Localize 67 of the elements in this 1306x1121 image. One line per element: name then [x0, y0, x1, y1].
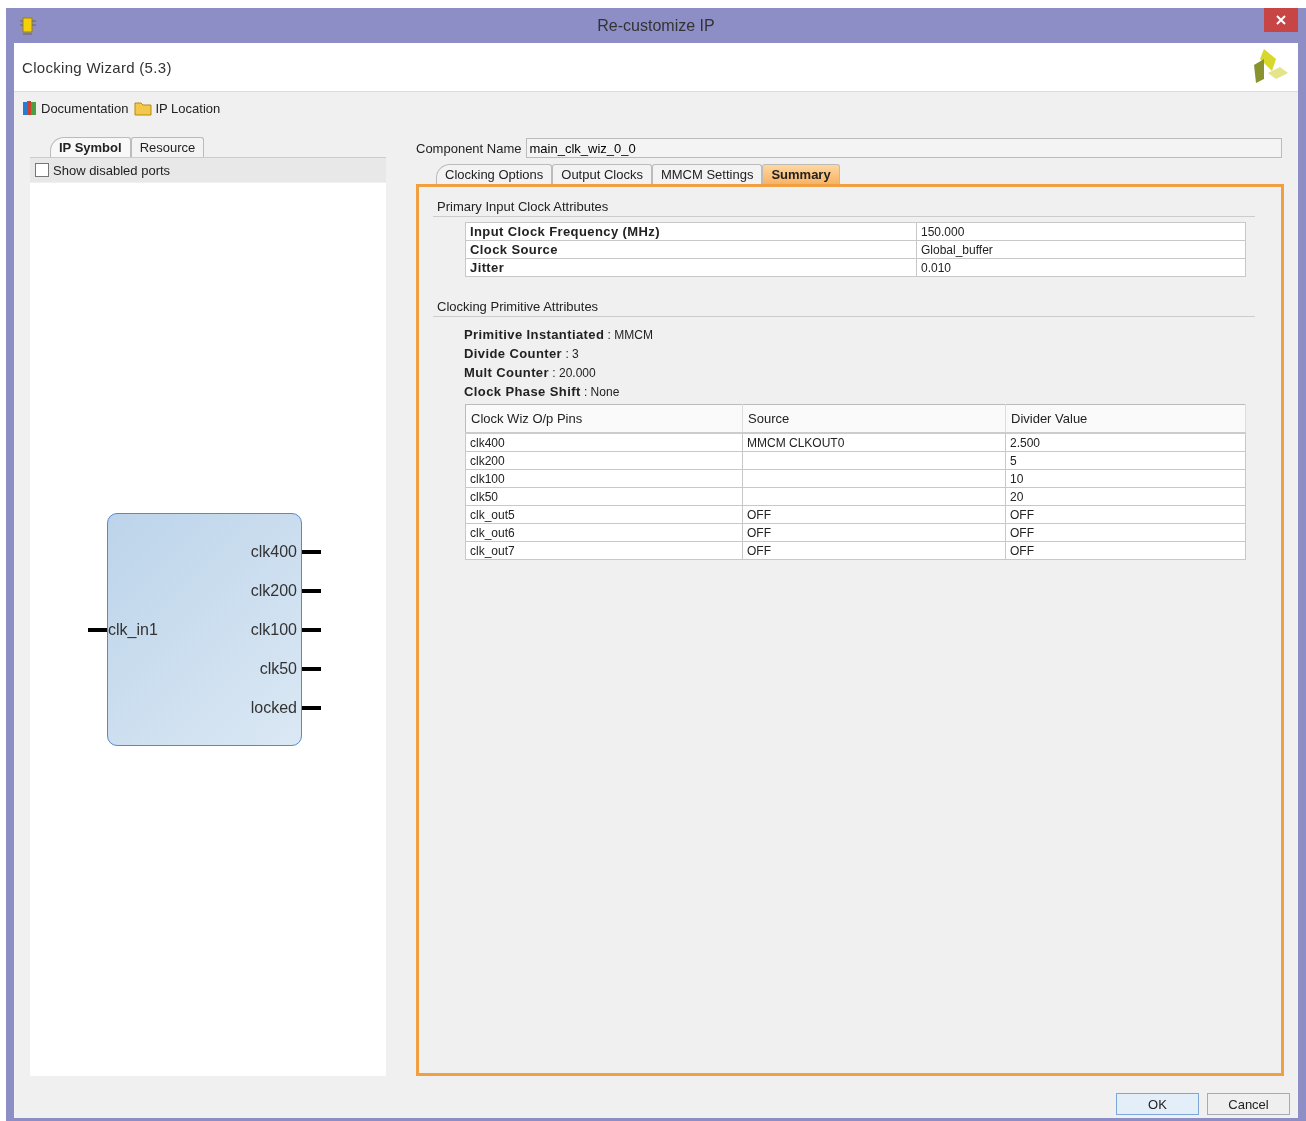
attribute-text: Clock Phase Shift : None	[464, 384, 620, 400]
toolbar-link[interactable]: IP Location	[134, 100, 221, 116]
table-cell: Jitter	[465, 258, 917, 277]
chip-icon	[18, 15, 38, 36]
column-header: Clock Wiz O/p Pins	[465, 404, 743, 433]
column-header: Divider Value	[1005, 404, 1246, 433]
table-cell: clk_out5	[465, 505, 743, 524]
port-pin	[302, 549, 321, 554]
table-cell: OFF	[1005, 523, 1246, 542]
table-cell: Global_buffer	[916, 240, 1246, 259]
checkbox[interactable]	[35, 163, 49, 177]
table-cell: Clock Source	[465, 240, 917, 259]
tab[interactable]: Resource	[130, 137, 205, 157]
tab[interactable]: Output Clocks	[552, 164, 652, 184]
table-cell: 20	[1005, 487, 1246, 506]
table-cell: clk50	[465, 487, 743, 506]
port-label: clk400	[250, 541, 297, 562]
logo-icon	[1254, 49, 1290, 85]
tab[interactable]: Summary	[762, 164, 840, 184]
books-icon	[22, 100, 38, 116]
tab[interactable]: MMCM Settings	[651, 164, 763, 184]
table-cell: OFF	[742, 505, 1006, 524]
table-cell: 10	[1005, 469, 1246, 488]
field-label: Component Name	[416, 140, 522, 156]
checkbox-label: Show disabled ports	[53, 162, 171, 178]
port-label: clk50	[259, 658, 297, 679]
table-cell: 0.010	[916, 258, 1246, 277]
port-pin	[302, 627, 321, 632]
attribute-text: Divide Counter : 3	[464, 346, 579, 362]
attribute-text: Primitive Instantiated : MMCM	[464, 327, 653, 343]
port-pin	[88, 627, 107, 632]
port-label: clk200	[250, 580, 297, 601]
dialog-button[interactable]: Cancel	[1207, 1093, 1290, 1115]
column-header: Source	[742, 404, 1006, 433]
table-cell: Input Clock Frequency (MHz)	[465, 222, 917, 241]
port-pin	[302, 588, 321, 593]
tab[interactable]: Clocking Options	[436, 164, 553, 184]
port-label: locked	[250, 697, 297, 718]
attribute-text: Mult Counter : 20.000	[464, 365, 596, 381]
table-cell: OFF	[1005, 541, 1246, 560]
dialog-button[interactable]: OK	[1116, 1093, 1199, 1115]
table-cell: clk400	[465, 433, 743, 452]
section-title: Primary Input Clock Attributes	[433, 197, 1255, 217]
port-label: clk_in1	[108, 619, 158, 640]
table-cell: clk100	[465, 469, 743, 488]
port-pin	[302, 666, 321, 671]
table-cell: OFF	[1005, 505, 1246, 524]
component-name-field[interactable]: main_clk_wiz_0_0	[525, 138, 1282, 158]
table-cell: clk_out6	[465, 523, 743, 542]
table-cell: OFF	[742, 523, 1006, 542]
dialog-heading: Clocking Wizard (5.3)	[22, 58, 172, 76]
port-label: clk100	[250, 619, 297, 640]
table-cell: clk_out7	[465, 541, 743, 560]
table-cell: 150.000	[916, 222, 1246, 241]
table-cell: MMCM CLKOUT0	[742, 433, 1006, 452]
close-button[interactable]	[1264, 8, 1298, 32]
port-pin	[302, 705, 321, 710]
close-icon	[1276, 15, 1286, 25]
tab[interactable]: IP Symbol	[50, 137, 131, 157]
table-cell: OFF	[742, 541, 1006, 560]
folder-icon	[134, 100, 153, 116]
toolbar-link[interactable]: Documentation	[22, 100, 129, 116]
table-cell: 5	[1005, 451, 1246, 470]
section-title: Clocking Primitive Attributes	[433, 297, 1255, 317]
table-cell: 2.500	[1005, 433, 1246, 452]
table-cell: clk200	[465, 451, 743, 470]
window-title: Re-customize IP	[597, 17, 715, 35]
